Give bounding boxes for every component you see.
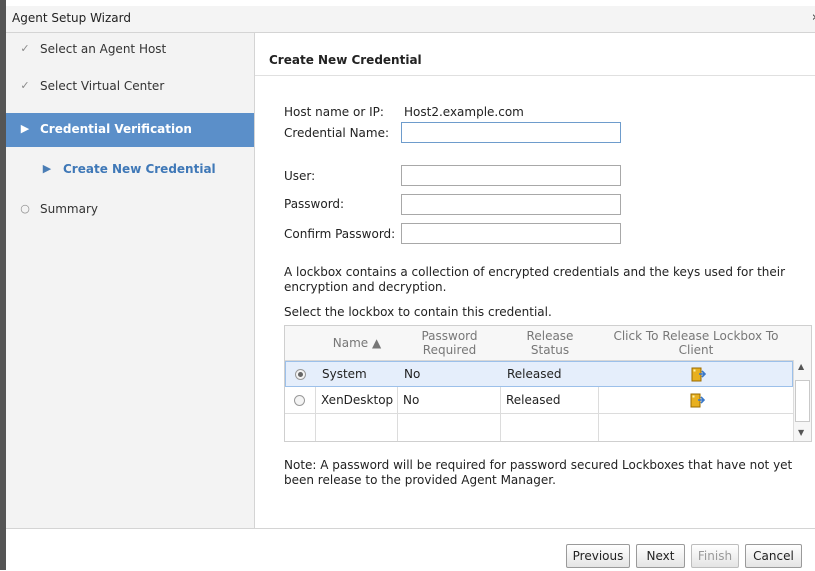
column-header-password-required[interactable]: Password Required xyxy=(398,329,501,357)
wizard-steps-sidebar: ✓ Select an Agent Host ✓ Select Virtual … xyxy=(6,33,255,528)
header-line: Release xyxy=(526,329,574,343)
header-line: Client xyxy=(678,343,714,357)
wizard-footer: Previous Next Finish Cancel xyxy=(6,528,815,571)
column-header-release-lockbox[interactable]: Click To Release Lockbox To Client xyxy=(599,329,793,357)
panel-title: Create New Credential xyxy=(269,53,422,67)
lockbox-description-line-1: A lockbox contains a collection of encry… xyxy=(284,265,786,279)
step-label: Summary xyxy=(40,202,98,216)
lockbox-description-line-2: encryption and decryption. xyxy=(284,280,447,294)
panel-header: Create New Credential xyxy=(255,43,815,76)
scroll-down-icon[interactable]: ▼ xyxy=(798,428,804,437)
password-note-line-2: been release to the provided Agent Manag… xyxy=(284,473,556,487)
lockbox-row[interactable]: XenDesktop No Released xyxy=(285,388,793,414)
release-lockbox-icon[interactable] xyxy=(690,366,706,383)
step-label: Credential Verification xyxy=(40,122,192,136)
radio-dot xyxy=(298,372,303,377)
checkmark-icon: ✓ xyxy=(20,42,30,55)
step-select-virtual-center[interactable]: ✓ Select Virtual Center xyxy=(6,70,254,104)
circle-icon: ○ xyxy=(20,202,30,215)
step-credential-verification[interactable]: ▶ Credential Verification xyxy=(6,113,254,147)
triangle-right-icon: ▶ xyxy=(20,122,30,135)
confirm-password-label: Confirm Password: xyxy=(284,227,396,241)
lockbox-select-instruction: Select the lockbox to contain this crede… xyxy=(284,305,552,319)
lockbox-name: XenDesktop xyxy=(321,393,394,407)
wizard-window: Agent Setup Wizard › ✓ Select an Agent H… xyxy=(0,0,815,571)
release-lockbox-icon[interactable] xyxy=(689,392,705,409)
next-button[interactable]: Next xyxy=(636,544,685,568)
lockbox-release-status: Released xyxy=(507,367,562,381)
user-label: User: xyxy=(284,169,316,183)
step-label: Select an Agent Host xyxy=(40,42,167,56)
password-note-line-1: Note: A password will be required for pa… xyxy=(284,458,793,472)
lockbox-password-required: No xyxy=(404,367,421,381)
lockbox-name: System xyxy=(322,367,367,381)
checkmark-icon: ✓ xyxy=(20,79,30,92)
host-value: Host2.example.com xyxy=(404,105,524,119)
step-label: Select Virtual Center xyxy=(40,79,165,93)
credential-name-label: Credential Name: xyxy=(284,126,390,140)
step-label: Create New Credential xyxy=(63,162,216,176)
header-line: Password xyxy=(421,329,478,343)
lockbox-release-status: Released xyxy=(506,393,561,407)
finish-button[interactable]: Finish xyxy=(691,544,739,568)
lockbox-grid: Name ▲ Password Required Release Status … xyxy=(284,325,812,442)
password-label: Password: xyxy=(284,197,345,211)
previous-button[interactable]: Previous xyxy=(566,544,630,568)
step-create-new-credential[interactable]: ▶ Create New Credential xyxy=(6,153,254,187)
column-header-name[interactable]: Name ▲ xyxy=(316,336,398,350)
triangle-right-icon: ▶ xyxy=(42,162,52,175)
column-header-release-status[interactable]: Release Status xyxy=(501,329,599,357)
password-input[interactable] xyxy=(401,194,621,215)
credential-name-input[interactable] xyxy=(401,122,621,143)
scroll-up-icon[interactable]: ▲ xyxy=(798,362,804,371)
window-title: Agent Setup Wizard xyxy=(12,11,132,25)
lockbox-row[interactable]: System No Released xyxy=(285,361,793,387)
scrollbar-thumb[interactable] xyxy=(795,380,810,422)
user-input[interactable] xyxy=(401,165,621,186)
lockbox-description: A lockbox contains a collection of encry… xyxy=(284,265,785,295)
header-line: Status xyxy=(530,343,570,357)
step-select-agent-host[interactable]: ✓ Select an Agent Host xyxy=(6,33,254,67)
lockbox-radio-selected[interactable] xyxy=(295,369,306,380)
lockbox-radio[interactable] xyxy=(294,395,305,406)
title-bar: Agent Setup Wizard › xyxy=(6,6,815,33)
header-line: Required xyxy=(422,343,477,357)
host-label: Host name or IP: xyxy=(284,105,384,119)
grid-scrollbar[interactable]: ▲ ▼ xyxy=(793,360,811,441)
lockbox-password-required: No xyxy=(403,393,420,407)
confirm-password-input[interactable] xyxy=(401,223,621,244)
header-line: Click To Release Lockbox To xyxy=(613,329,779,343)
step-summary[interactable]: ○ Summary xyxy=(6,193,254,227)
grid-header: Name ▲ Password Required Release Status … xyxy=(285,326,811,361)
cancel-button[interactable]: Cancel xyxy=(745,544,802,568)
password-note: Note: A password will be required for pa… xyxy=(284,458,792,488)
